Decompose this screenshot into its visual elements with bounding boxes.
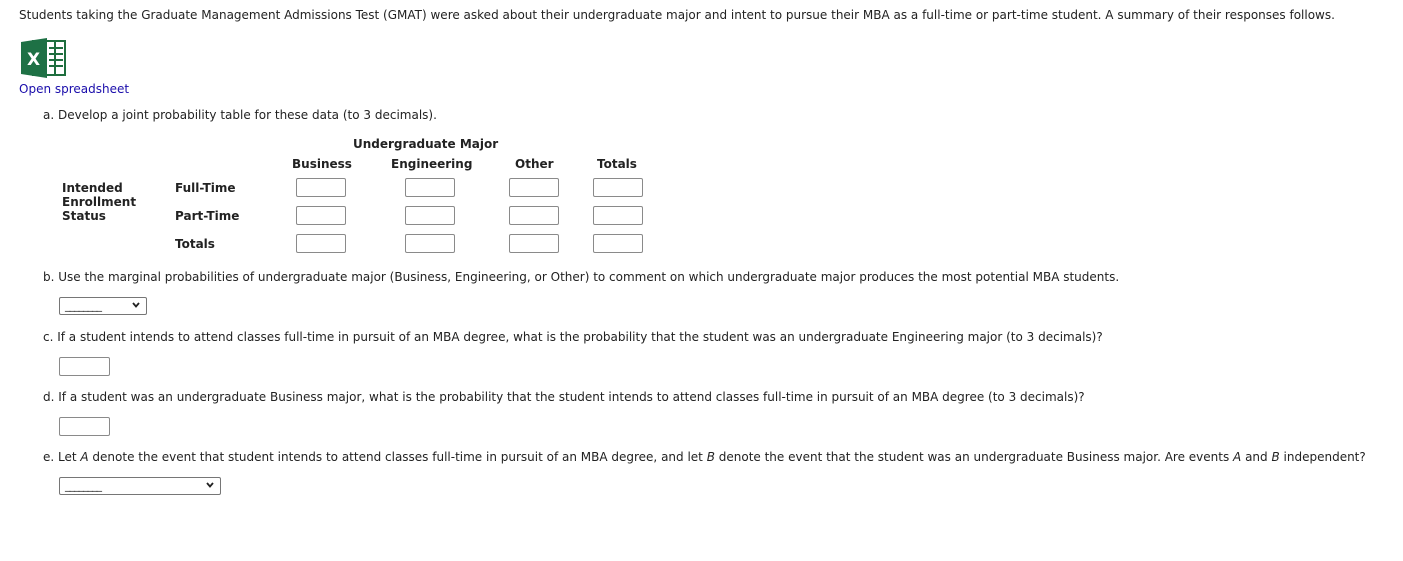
cell-fulltime-other[interactable] xyxy=(509,178,559,197)
question-e-text-4: and xyxy=(1241,450,1272,464)
cell-fulltime-engineering[interactable] xyxy=(405,178,455,197)
cell-parttime-business[interactable] xyxy=(296,206,346,225)
question-e: e. Let A denote the event that student i… xyxy=(43,450,1366,464)
row-group-label-line3: Status xyxy=(62,209,106,223)
select-value: ________ xyxy=(65,479,102,492)
column-header-totals: Totals xyxy=(597,157,637,171)
question-e-text-3: denote the event that the student was an… xyxy=(714,450,1234,464)
open-spreadsheet-link[interactable]: Open spreadsheet xyxy=(19,82,129,96)
row-group-label-line2: Enrollment xyxy=(62,195,137,209)
cell-fulltime-business[interactable] xyxy=(296,178,346,197)
chevron-down-icon xyxy=(132,302,140,308)
svg-text:X: X xyxy=(27,50,40,70)
answer-c-input[interactable] xyxy=(59,357,110,376)
row-label-part-time: Part-Time xyxy=(175,209,240,223)
question-d: d. If a student was an undergraduate Bus… xyxy=(43,390,1085,404)
intro-text: Students taking the Graduate Management … xyxy=(19,8,1335,22)
excel-icon[interactable]: X xyxy=(19,38,67,78)
row-label-totals: Totals xyxy=(175,237,215,251)
chevron-down-icon xyxy=(206,482,214,488)
cell-totals-engineering[interactable] xyxy=(405,234,455,253)
question-e-text-5: independent? xyxy=(1279,450,1366,464)
question-e-text-2: denote the event that student intends to… xyxy=(88,450,707,464)
cell-parttime-other[interactable] xyxy=(509,206,559,225)
column-header-engineering: Engineering xyxy=(391,157,473,171)
cell-parttime-engineering[interactable] xyxy=(405,206,455,225)
cell-parttime-totals[interactable] xyxy=(593,206,643,225)
select-value: ________ xyxy=(65,299,102,312)
independence-select-dropdown[interactable]: ________ xyxy=(59,477,221,495)
question-b: b. Use the marginal probabilities of und… xyxy=(43,270,1120,284)
cell-totals-other[interactable] xyxy=(509,234,559,253)
cell-fulltime-totals[interactable] xyxy=(593,178,643,197)
table-group-header: Undergraduate Major xyxy=(353,137,499,151)
question-a: a. Develop a joint probability table for… xyxy=(43,108,437,122)
event-b-symbol: B xyxy=(1271,450,1280,464)
cell-totals-business[interactable] xyxy=(296,234,346,253)
row-label-full-time: Full-Time xyxy=(175,181,236,195)
question-e-text-1: e. Let xyxy=(43,450,81,464)
event-b-symbol: B xyxy=(706,450,715,464)
column-header-business: Business xyxy=(292,157,352,171)
answer-d-input[interactable] xyxy=(59,417,110,436)
row-group-label-line1: Intended xyxy=(62,181,123,195)
column-header-other: Other xyxy=(515,157,554,171)
cell-totals-totals[interactable] xyxy=(593,234,643,253)
event-a-symbol: A xyxy=(80,450,89,464)
question-c: c. If a student intends to attend classe… xyxy=(43,330,1103,344)
major-select-dropdown[interactable]: ________ xyxy=(59,297,147,315)
